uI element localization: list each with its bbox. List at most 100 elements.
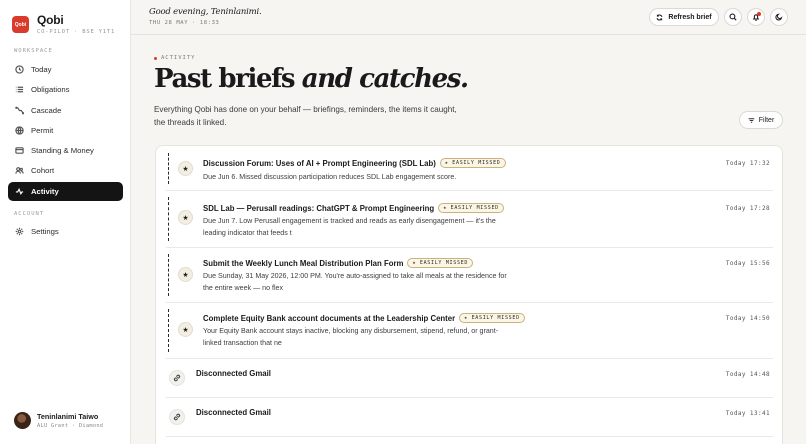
sidebar-item-obligations[interactable]: Obligations — [8, 80, 123, 99]
activity-title-text: Discussion Forum: Uses of AI + Prompt En… — [203, 158, 436, 168]
brand[interactable]: Qobi Qobi CO-PILOT · BSE Y1T1 — [12, 13, 115, 35]
sidebar-item-label: Settings — [31, 227, 59, 236]
notification-dot — [757, 12, 761, 16]
brand-subtitle: CO-PILOT · BSE Y1T1 — [37, 29, 116, 35]
row-indicator — [168, 153, 169, 184]
refresh-brief-button[interactable]: Refresh brief — [649, 8, 719, 26]
sidebar-item-label: Cohort — [31, 166, 55, 176]
link-icon — [173, 374, 181, 382]
activity-title: SDL Lab — Perusall readings: ChatGPT & P… — [203, 203, 504, 213]
activity-icon — [15, 187, 24, 195]
activity-row[interactable]: Disconnected Gmail Today 13:41 — [166, 398, 773, 437]
sidebar-item-label: Permit — [31, 125, 54, 135]
people-icon — [15, 167, 24, 174]
activity-description: Due Sunday, 31 May 2026, 12:00 PM. You'r… — [203, 272, 507, 292]
activity-title-text: Complete Equity Bank account documents a… — [203, 313, 456, 323]
cascade-icon — [15, 106, 24, 114]
link-icon-wrap — [169, 370, 185, 386]
row-indicator — [168, 309, 169, 352]
moon-icon — [775, 13, 783, 21]
easily-missed-badge: ★ EASILY MISSED — [459, 313, 525, 323]
activity-row[interactable]: Disconnected Gmail Today 14:48 — [166, 359, 773, 398]
gear-icon — [15, 227, 24, 236]
user-name: Teninlanimi Taiwo — [37, 412, 99, 421]
workspace-section-label: WORKSPACE — [14, 48, 53, 54]
link-icon — [173, 413, 181, 421]
activity-row[interactable]: ★ Discussion Forum: Uses of AI + Prompt … — [166, 147, 773, 191]
sidebar-item-label: Today — [31, 65, 52, 74]
sidebar-item-cascade[interactable]: Cascade — [8, 101, 123, 120]
account-nav: Settings — [8, 222, 123, 242]
easily-missed-badge: ★ EASILY MISSED — [407, 258, 474, 268]
sidebar-item-standing-money[interactable]: Standing & Money — [8, 141, 123, 160]
refresh-icon — [656, 13, 663, 21]
activity-description: Your Equity Bank account stays inactive,… — [203, 327, 499, 347]
notifications-button[interactable] — [747, 8, 765, 26]
clock-icon — [15, 65, 24, 74]
page-title-italic: and catches. — [301, 64, 469, 94]
page-title: Past briefs and catches. — [154, 64, 469, 94]
search-button[interactable] — [724, 8, 742, 26]
badge-label: EASILY MISSED — [419, 260, 469, 266]
activity-row[interactable]: ★ Submit the Weekly Lunch Meal Distribut… — [166, 248, 773, 303]
row-indicator — [168, 254, 169, 296]
sidebar-item-label: Standing & Money — [31, 146, 94, 155]
workspace-nav: Today Obligations Cascade Permit Standin… — [8, 60, 123, 202]
activity-title: Disconnected Gmail — [196, 369, 271, 378]
qobi-logo: Qobi — [12, 16, 29, 33]
sidebar-item-activity[interactable]: Activity — [8, 181, 123, 201]
sidebar-item-label: Activity — [31, 186, 59, 196]
sidebar: Qobi Qobi CO-PILOT · BSE Y1T1 WORKSPACE … — [0, 0, 131, 444]
activity-time: Today 17:32 — [725, 160, 770, 167]
eyebrow-label: ACTIVITY — [161, 55, 196, 61]
filter-icon — [748, 117, 755, 123]
page-intro: Everything Qobi has done on your behalf … — [154, 105, 457, 127]
sidebar-item-label: Cascade — [31, 105, 62, 115]
greeting: Good evening, Teninlanimi. — [149, 7, 262, 17]
badge-label: EASILY MISSED — [450, 205, 499, 211]
user-profile[interactable]: Teninlanimi Taiwo ALU Grant · Diamond — [14, 412, 103, 429]
brand-name: Qobi — [37, 13, 64, 27]
activity-time: Today 14:50 — [725, 315, 770, 322]
list-icon — [15, 86, 24, 93]
sidebar-item-settings[interactable]: Settings — [8, 222, 123, 241]
avatar — [14, 412, 31, 429]
activity-time: Today 14:48 — [725, 371, 770, 378]
theme-toggle-button[interactable] — [770, 8, 788, 26]
activity-list: ★ Discussion Forum: Uses of AI + Prompt … — [155, 145, 783, 444]
search-icon — [729, 13, 737, 21]
activity-title: Submit the Weekly Lunch Meal Distributio… — [203, 258, 474, 268]
activity-title-text: Submit the Weekly Lunch Meal Distributio… — [203, 258, 404, 268]
refresh-brief-label: Refresh brief — [668, 13, 712, 21]
row-indicator — [168, 197, 169, 241]
activity-title: Disconnected Gmail — [196, 408, 271, 417]
current-date: THU 28 MAY · 18:33 — [149, 20, 220, 26]
badge-label: EASILY MISSED — [471, 315, 520, 321]
sidebar-item-permit[interactable]: Permit — [8, 121, 123, 140]
activity-row[interactable]: ★ SDL Lab — Perusall readings: ChatGPT &… — [166, 191, 773, 248]
sidebar-item-cohort[interactable]: Cohort — [8, 161, 123, 180]
star-icon: ★ — [178, 267, 193, 282]
globe-icon — [15, 126, 24, 135]
star-icon: ★ — [178, 161, 193, 176]
activity-time: Today 15:56 — [725, 260, 770, 267]
activity-description: Due Jun 7. Low Perusall engagement is tr… — [203, 217, 496, 237]
user-subtitle: ALU Grant · Diamond — [37, 423, 104, 429]
easily-missed-badge: ★ EASILY MISSED — [439, 158, 506, 168]
eyebrow-dot — [154, 56, 157, 60]
badge-label: EASILY MISSED — [452, 160, 501, 166]
easily-missed-badge: ★ EASILY MISSED — [438, 203, 504, 213]
star-icon: ★ — [178, 322, 193, 337]
activity-time: Today 17:28 — [725, 205, 770, 212]
filter-button[interactable]: Filter — [739, 111, 783, 129]
star-icon: ★ — [178, 210, 193, 225]
account-section-label: ACCOUNT — [14, 211, 45, 217]
activity-title: Discussion Forum: Uses of AI + Prompt En… — [203, 158, 506, 168]
activity-description: Due Jun 6. Missed discussion participati… — [203, 173, 457, 181]
link-icon-wrap — [169, 409, 185, 425]
activity-title-text: SDL Lab — Perusall readings: ChatGPT & P… — [203, 203, 435, 213]
top-bar: Good evening, Teninlanimi. THU 28 MAY · … — [131, 0, 806, 35]
activity-row[interactable]: ★ Complete Equity Bank account documents… — [166, 303, 773, 359]
sidebar-item-today[interactable]: Today — [8, 60, 123, 79]
card-icon — [15, 147, 24, 154]
